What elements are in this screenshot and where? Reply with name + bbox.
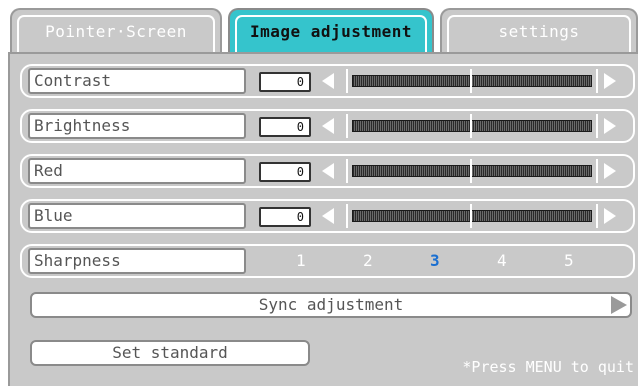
brightness-decrease-icon[interactable]: [322, 118, 334, 134]
sharpness-level-3[interactable]: 3: [430, 251, 440, 270]
sharpness-label: Sharpness: [28, 248, 246, 274]
play-arrow-icon: [611, 296, 627, 314]
sharpness-level-2[interactable]: 2: [363, 251, 373, 270]
brightness-increase-icon[interactable]: [604, 118, 616, 134]
sharpness-level-1[interactable]: 1: [296, 251, 306, 270]
tab-image-adjustment[interactable]: Image adjustment: [228, 8, 434, 52]
osd-menu: Pointer·Screen Image adjustment settings…: [0, 0, 638, 386]
blue-slider[interactable]: [346, 202, 598, 230]
sync-adjustment-button[interactable]: Sync adjustment: [30, 292, 632, 318]
tab-label: settings: [498, 21, 580, 41]
red-decrease-icon[interactable]: [322, 163, 334, 179]
blue-label: Blue: [28, 203, 246, 229]
blue-increase-icon[interactable]: [604, 208, 616, 224]
red-value: 0: [259, 162, 311, 182]
contrast-label: Contrast: [28, 68, 246, 94]
tab-label: Image adjustment: [249, 21, 413, 41]
sync-adjustment-label: Sync adjustment: [258, 295, 404, 314]
sharpness-level-5[interactable]: 5: [564, 251, 574, 270]
brightness-slider[interactable]: [346, 112, 598, 140]
brightness-value: 0: [259, 117, 311, 137]
contrast-slider[interactable]: [346, 67, 598, 95]
contrast-increase-icon[interactable]: [604, 73, 616, 89]
tab-label: Pointer·Screen: [45, 21, 187, 41]
red-increase-icon[interactable]: [604, 163, 616, 179]
set-standard-button[interactable]: Set standard: [30, 340, 310, 366]
quit-hint: *Press MENU to quit: [462, 358, 634, 376]
blue-decrease-icon[interactable]: [322, 208, 334, 224]
brightness-label: Brightness: [28, 113, 246, 139]
red-label: Red: [28, 158, 246, 184]
contrast-value: 0: [259, 72, 311, 92]
red-slider[interactable]: [346, 157, 598, 185]
contrast-decrease-icon[interactable]: [322, 73, 334, 89]
tab-settings[interactable]: settings: [440, 8, 638, 52]
sharpness-level-4[interactable]: 4: [497, 251, 507, 270]
tab-pointer-screen[interactable]: Pointer·Screen: [10, 8, 222, 52]
blue-value: 0: [259, 207, 311, 227]
